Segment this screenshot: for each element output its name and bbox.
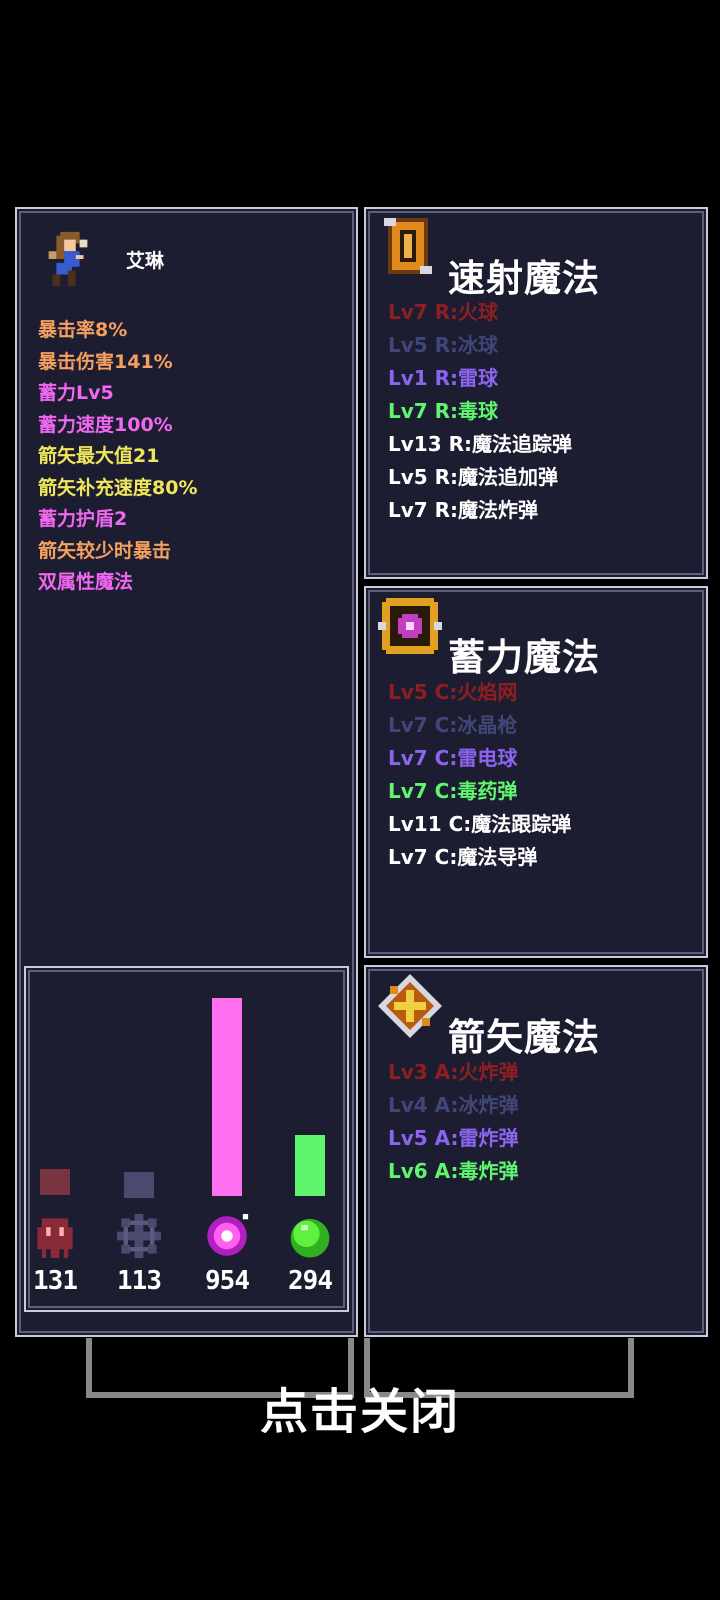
- spell-item: Lv7 C:魔法导弹: [388, 845, 538, 869]
- spell-item: Lv7 C:雷电球: [388, 746, 518, 770]
- damage-bar-ice: [124, 1172, 154, 1198]
- stat-item: 双属性魔法: [38, 571, 134, 593]
- damage-value-fire: 131: [33, 1266, 78, 1296]
- rapid-magic-title: 速射魔法: [448, 257, 600, 300]
- spell-item: Lv7 C:毒药弹: [388, 779, 518, 803]
- damage-bar-fire: [40, 1169, 70, 1195]
- fire-ghost-icon: [33, 1214, 77, 1258]
- damage-value-poison: 294: [288, 1266, 333, 1296]
- charge-spell-list: Lv5 C:火焰网 Lv7 C:冰晶枪 Lv7 C:雷电球 Lv7 C:毒药弹 Lv11…: [388, 676, 571, 874]
- spell-item: Lv7 R:魔法炸弹: [388, 498, 539, 522]
- thunder-orb-icon: [205, 1214, 249, 1258]
- charge-crystal-icon: [378, 598, 442, 654]
- ice-snowflake-icon: [117, 1214, 161, 1258]
- stat-item: 蓄力护盾2: [38, 508, 128, 530]
- scroll-icon: [384, 218, 432, 274]
- stat-item: 箭矢最大值21: [38, 445, 160, 467]
- spell-item: Lv13 R:魔法追踪弹: [388, 432, 572, 456]
- arrow-magic-title: 箭矢魔法: [448, 1016, 600, 1059]
- arrow-spell-list: Lv3 A:火炸弹 Lv4 A:冰炸弹 Lv5 A:雷炸弹 Lv6 A:毒炸弹: [388, 1056, 519, 1188]
- stats-list: 暴击率8% 暴击伤害141% 蓄力Lv5 蓄力速度100% 箭矢最大值21 箭矢补充速度8…: [38, 315, 197, 599]
- damage-value-ice: 113: [117, 1266, 162, 1296]
- stat-item: 暴击伤害141%: [38, 350, 173, 373]
- close-button[interactable]: 点击关闭: [0, 1372, 720, 1442]
- spell-item: Lv5 C:火焰网: [388, 680, 518, 704]
- stat-item: 蓄力速度100%: [38, 413, 173, 436]
- poison-slime-icon: [288, 1214, 332, 1258]
- stat-item: 箭矢较少时暴击: [38, 539, 172, 562]
- spell-item: Lv11 C:魔法跟踪弹: [388, 812, 572, 836]
- spell-item: Lv5 R:魔法追加弹: [388, 465, 559, 489]
- rapid-spell-list: Lv7 R:火球 Lv5 R:冰球 Lv1 R:雷球 Lv7 R:毒球 Lv13 R:魔…: [388, 296, 572, 527]
- stat-item: 蓄力Lv5: [38, 382, 114, 404]
- spell-item: Lv5 A:雷炸弹: [388, 1126, 519, 1150]
- stat-item: 暴击率8%: [38, 319, 128, 341]
- damage-bar-poison: [295, 1135, 325, 1196]
- character-name: 艾琳: [126, 250, 165, 272]
- spell-item: Lv7 R:火球: [388, 300, 499, 324]
- spell-item: Lv7 C:冰晶枪: [388, 713, 518, 737]
- spell-item: Lv6 A:毒炸弹: [388, 1159, 519, 1183]
- damage-bar-thunder: [212, 998, 242, 1196]
- damage-value-thunder: 954: [205, 1266, 250, 1296]
- arrow-emblem-icon: [378, 974, 442, 1038]
- spell-item: Lv3 A:火炸弹: [388, 1060, 519, 1084]
- charge-magic-title: 蓄力魔法: [448, 636, 600, 679]
- spell-item: Lv5 R:冰球: [388, 333, 499, 357]
- stat-item: 箭矢补充速度80%: [38, 476, 198, 499]
- spell-item: Lv1 R:雷球: [388, 366, 499, 390]
- character-avatar-icon: [48, 231, 88, 287]
- spell-item: Lv4 A:冰炸弹: [388, 1093, 519, 1117]
- spell-item: Lv7 R:毒球: [388, 399, 499, 423]
